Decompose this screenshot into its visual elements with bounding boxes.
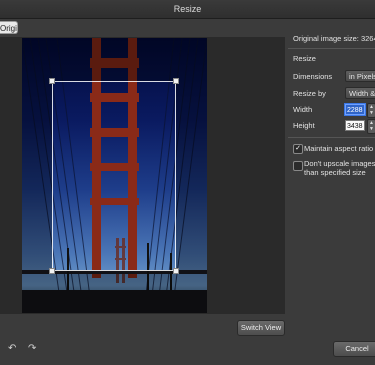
crop-handle-top-right[interactable]	[173, 78, 179, 84]
redo-icon[interactable]: ↷	[28, 343, 36, 354]
height-label: Height	[293, 121, 315, 130]
crop-handle-top-left[interactable]	[49, 78, 55, 84]
height-field[interactable]: 3438	[345, 120, 365, 131]
dont-upscale-label: Don't upscale images t	[304, 159, 375, 168]
height-stepper[interactable]: ▲ ▼	[367, 119, 375, 134]
window-title: Resize	[0, 0, 375, 19]
dont-upscale-checkbox[interactable]	[293, 161, 303, 171]
crop-shade-right	[176, 81, 207, 271]
width-field[interactable]: 2288	[345, 104, 365, 115]
crop-shade-top	[22, 38, 207, 81]
panel-divider	[288, 48, 375, 49]
panel-divider	[288, 137, 375, 138]
resize-by-select[interactable]: Width & H	[345, 87, 375, 99]
undo-icon[interactable]: ↶	[8, 343, 16, 354]
width-stepper[interactable]: ▲ ▼	[367, 103, 375, 118]
switch-view-button[interactable]: Switch View	[237, 320, 285, 336]
dimensions-label: Dimensions	[293, 72, 333, 81]
resize-by-label: Resize by	[293, 89, 326, 98]
tab-original[interactable]: Original	[0, 21, 18, 34]
resize-section-title: Resize	[293, 54, 316, 63]
dimensions-select[interactable]: in Pixels	[345, 70, 375, 82]
crop-handle-bottom-left[interactable]	[49, 268, 55, 274]
cancel-button[interactable]: Cancel	[333, 341, 375, 357]
crop-handle-bottom-right[interactable]	[173, 268, 179, 274]
original-size-label: Original image size: 3264	[293, 34, 375, 43]
width-label: Width	[293, 105, 313, 114]
dont-upscale-label-line2: than specified size	[304, 168, 366, 177]
crop-shade-bottom	[22, 271, 207, 313]
maintain-aspect-checkbox[interactable]: ✓	[293, 144, 303, 154]
maintain-aspect-label: Maintain aspect ratio	[304, 144, 374, 153]
crop-frame[interactable]	[52, 81, 176, 271]
crop-shade-left	[22, 81, 52, 271]
